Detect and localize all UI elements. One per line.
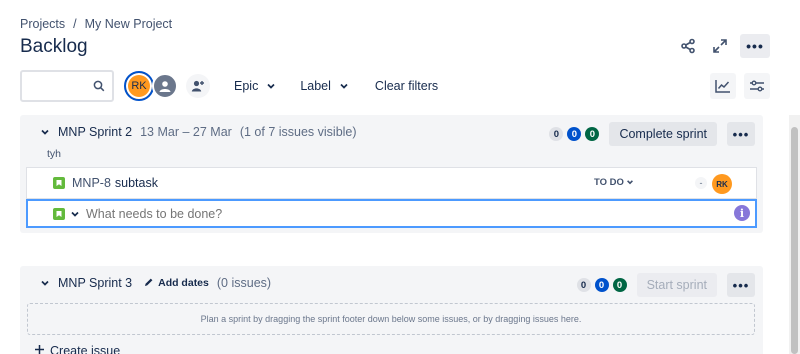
sprint-header[interactable]: MNP Sprint 3 Add dates (0 issues)	[40, 276, 271, 290]
share-icon[interactable]	[676, 34, 700, 58]
insights-icon[interactable]	[710, 73, 736, 99]
sprint-panel: MNP Sprint 3 Add dates (0 issues) 0 0 0 …	[20, 266, 763, 354]
sprint-name: MNP Sprint 2	[58, 125, 133, 139]
sprint-issue-count: (0 issues)	[216, 276, 272, 290]
story-points-estimate[interactable]: -	[695, 177, 707, 189]
story-icon[interactable]	[53, 207, 65, 220]
add-dates-label: Add dates	[158, 277, 209, 289]
todo-count-badge: 0	[549, 127, 564, 141]
breadcrumb-project-link[interactable]: My New Project	[85, 17, 173, 31]
sprint-issue-count: (1 of 7 issues visible)	[239, 125, 357, 139]
story-icon	[53, 177, 65, 189]
complete-sprint-button[interactable]: Complete sprint	[609, 122, 717, 146]
create-issue-row: i	[26, 199, 757, 228]
avatar[interactable]: RK	[124, 71, 154, 101]
more-icon[interactable]: •••	[727, 122, 755, 146]
sprint-actions: 0 0 0 Complete sprint •••	[549, 122, 755, 146]
status-label: TO DO	[594, 177, 624, 188]
create-issue-label: Create issue	[50, 344, 121, 354]
breadcrumb: Projects / My New Project	[20, 17, 172, 31]
epic-filter[interactable]: Epic	[234, 79, 276, 93]
issue-summary: subtask	[114, 176, 158, 190]
done-count-badge: 0	[585, 127, 600, 141]
avatar-filter: RK	[124, 71, 178, 101]
issue-key[interactable]: MNP-8	[72, 176, 111, 190]
chevron-down-icon	[266, 81, 276, 91]
label-filter[interactable]: Label	[300, 79, 349, 93]
status-dropdown[interactable]: TO DO	[594, 177, 636, 188]
avatar[interactable]: RK	[712, 174, 732, 194]
todo-count-badge: 0	[576, 278, 591, 292]
chevron-down-icon[interactable]	[70, 209, 80, 219]
start-sprint-button[interactable]: Start sprint	[636, 273, 717, 297]
chevron-down-icon[interactable]	[40, 127, 50, 137]
plus-icon	[34, 344, 45, 354]
sprint-panel: MNP Sprint 2 13 Mar – 27 Mar (1 of 7 iss…	[20, 115, 763, 233]
fullscreen-icon[interactable]	[708, 34, 732, 58]
done-count-badge: 0	[612, 278, 627, 292]
unassigned-avatar[interactable]	[152, 73, 178, 99]
sprint-header[interactable]: MNP Sprint 2 13 Mar – 27 Mar (1 of 7 iss…	[40, 125, 357, 139]
more-icon[interactable]: •••	[740, 34, 770, 58]
chevron-down-icon	[339, 81, 349, 91]
page-actions: •••	[676, 34, 770, 58]
sprint-drop-zone[interactable]: Plan a sprint by dragging the sprint foo…	[27, 303, 755, 335]
epic-filter-label: Epic	[234, 79, 259, 93]
list-item[interactable]: MNP-8 subtask TO DO - RK	[26, 167, 757, 199]
search-icon	[93, 79, 105, 97]
sprint-goal: tyh	[47, 148, 62, 160]
breadcrumb-separator: /	[73, 17, 77, 31]
in-progress-count-badge: 0	[594, 278, 609, 292]
create-issue-button[interactable]: Create issue	[34, 344, 120, 354]
add-dates-button[interactable]: Add dates	[144, 277, 209, 290]
add-people-icon[interactable]	[186, 74, 210, 98]
search-input[interactable]	[20, 70, 114, 102]
settings-icon[interactable]	[744, 73, 770, 99]
chevron-down-icon	[626, 178, 636, 188]
page-title: Backlog	[20, 36, 88, 57]
create-issue-input[interactable]	[86, 206, 486, 221]
pencil-icon	[144, 277, 154, 290]
sprint-dates: 13 Mar – 27 Mar	[140, 125, 232, 139]
sprint-name: MNP Sprint 3	[58, 276, 133, 290]
scrollbar-thumb[interactable]	[791, 127, 798, 354]
scrollbar[interactable]	[789, 115, 800, 354]
more-icon[interactable]: •••	[727, 273, 755, 297]
sprint-actions: 0 0 0 Start sprint •••	[576, 273, 755, 297]
chevron-down-icon[interactable]	[40, 278, 50, 288]
breadcrumb-projects-link[interactable]: Projects	[20, 17, 65, 31]
in-progress-count-badge: 0	[567, 127, 582, 141]
info-icon[interactable]: i	[734, 205, 750, 221]
filter-toolbar: RK Epic Label Clear filters	[20, 70, 770, 102]
label-filter-label: Label	[300, 79, 331, 93]
clear-filters-button[interactable]: Clear filters	[375, 79, 438, 93]
